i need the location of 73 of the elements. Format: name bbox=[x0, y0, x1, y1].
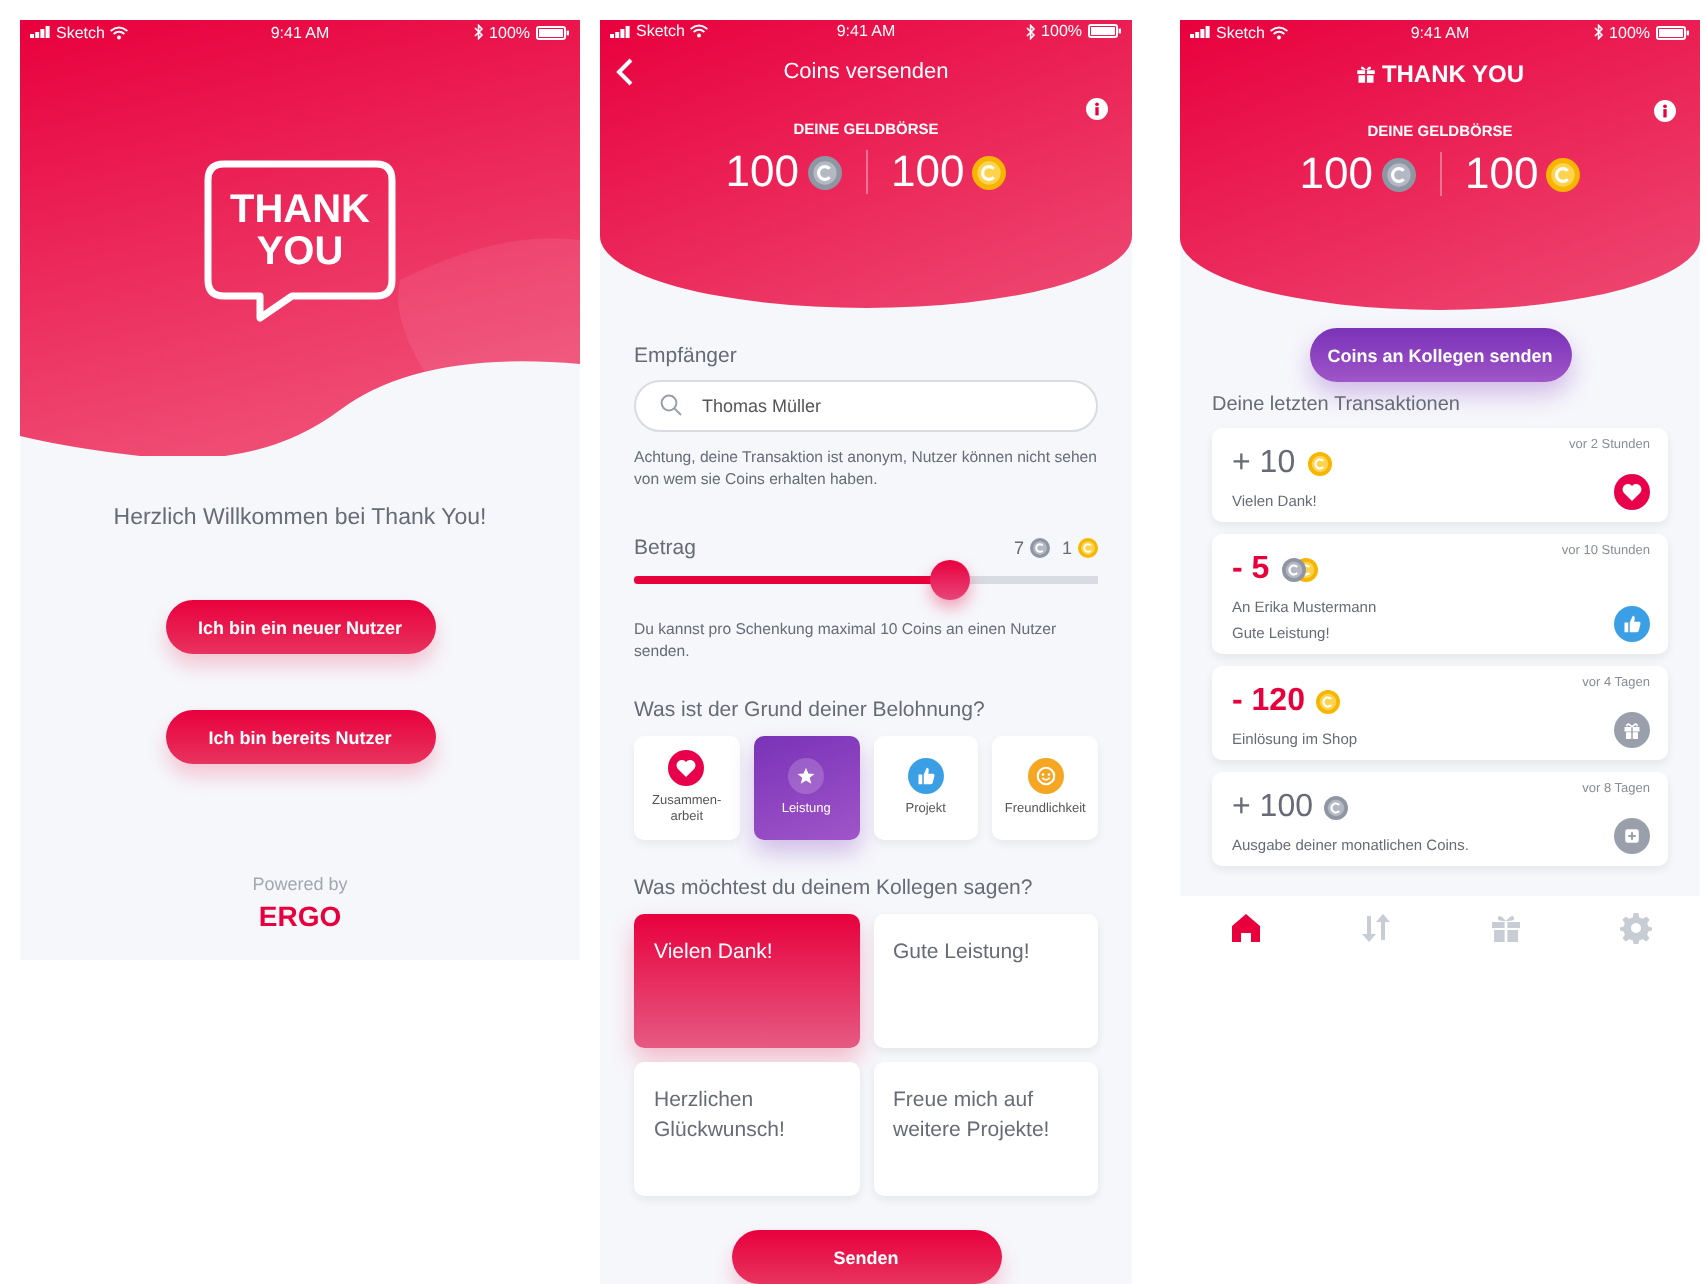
signal-icon bbox=[610, 25, 630, 37]
transaction-amount: + 100 bbox=[1232, 790, 1313, 826]
new-user-button[interactable]: Ich bin ein neuer Nutzer bbox=[165, 600, 435, 654]
coin-icon bbox=[807, 155, 841, 189]
search-icon bbox=[660, 394, 682, 416]
coin-balance: 100 bbox=[725, 146, 799, 198]
transaction-amount: - 120 bbox=[1232, 684, 1305, 720]
coin-icon bbox=[972, 155, 1007, 189]
recipient-label: Empfänger bbox=[634, 344, 739, 368]
battery-percent: 100% bbox=[1609, 23, 1651, 41]
signal-icon bbox=[1190, 26, 1210, 38]
battery-percent: 100% bbox=[489, 23, 531, 41]
battery-icon bbox=[536, 25, 571, 39]
coins-icon bbox=[1281, 558, 1318, 582]
slider-thumb[interactable] bbox=[929, 560, 970, 600]
carrier-name: Sketch bbox=[636, 22, 685, 40]
thumbs-up-icon bbox=[907, 758, 944, 794]
gift-icon bbox=[1355, 64, 1376, 84]
message-option[interactable]: Herzlichen Glückwunsch! bbox=[634, 1062, 859, 1196]
status-time: 9:41 AM bbox=[836, 22, 896, 40]
gift-icon bbox=[1614, 712, 1650, 748]
brand-logo: ERGO bbox=[258, 900, 342, 932]
recipient-search-field[interactable]: Thomas Müller bbox=[634, 380, 1098, 432]
battery-percent: 100% bbox=[1041, 22, 1083, 40]
transaction-amount: + 10 bbox=[1232, 446, 1296, 482]
message-option[interactable]: Freue mich auf weitere Projekte! bbox=[873, 1062, 1098, 1196]
message-option[interactable]: Vielen Dank! bbox=[634, 914, 859, 1048]
coin-count: 1 bbox=[1061, 538, 1072, 558]
coin-icon bbox=[1324, 796, 1349, 820]
bluetooth-icon bbox=[1025, 23, 1036, 39]
existing-user-button[interactable]: Ich bin bereits Nutzer bbox=[165, 710, 435, 764]
battery-icon bbox=[1088, 24, 1123, 38]
info-icon[interactable] bbox=[1086, 98, 1108, 120]
thumbs-up-icon bbox=[1614, 606, 1650, 642]
coin-icon bbox=[1078, 538, 1098, 558]
coin-icon bbox=[1381, 157, 1415, 191]
wifi-icon bbox=[1270, 25, 1289, 39]
transaction-amount: - 5 bbox=[1232, 552, 1270, 588]
message-option[interactable]: Gute Leistung! bbox=[873, 914, 1098, 1048]
message-question: Was möchtest du deinem Kollegen sagen? bbox=[634, 876, 1035, 900]
send-button[interactable]: Senden bbox=[731, 1230, 1001, 1284]
plus-icon bbox=[1614, 818, 1650, 854]
home-tab[interactable] bbox=[1229, 912, 1261, 944]
logo-text: THANK YOU bbox=[230, 190, 370, 274]
status-time: 9:41 AM bbox=[1410, 23, 1470, 41]
back-icon[interactable] bbox=[616, 58, 634, 86]
coin-balance: 100 bbox=[1465, 148, 1539, 200]
powered-by-text: Powered by bbox=[252, 874, 348, 894]
carrier-name: Sketch bbox=[1216, 23, 1265, 41]
bluetooth-icon bbox=[1593, 24, 1604, 40]
status-time: 9:41 AM bbox=[270, 23, 330, 41]
info-icon[interactable] bbox=[1654, 100, 1676, 122]
coin-count: 7 bbox=[1013, 538, 1024, 558]
coin-balance: 100 bbox=[1299, 148, 1373, 200]
section-title: Deine letzten Transaktionen bbox=[1212, 394, 1462, 416]
battery-icon bbox=[1656, 25, 1691, 39]
send-coins-button[interactable]: Coins an Kollegen senden bbox=[1309, 328, 1571, 382]
coin-icon bbox=[1316, 690, 1341, 714]
bluetooth-icon bbox=[473, 24, 484, 40]
welcome-text: Herzlich Willkommen bei Thank You! bbox=[113, 506, 487, 530]
wifi-icon bbox=[690, 24, 709, 38]
app-title: THANK YOU bbox=[1381, 60, 1525, 88]
coin-icon bbox=[1307, 452, 1332, 476]
reason-question: Was ist der Grund deiner Belohnung? bbox=[634, 698, 987, 722]
screen-title: Coins versenden bbox=[783, 60, 949, 84]
amount-label: Betrag bbox=[634, 536, 698, 560]
wifi-icon bbox=[110, 25, 129, 39]
carrier-name: Sketch bbox=[56, 23, 105, 41]
signal-icon bbox=[30, 26, 50, 38]
coin-balance: 100 bbox=[891, 146, 965, 198]
coin-icon bbox=[1029, 538, 1050, 558]
smiley-icon bbox=[1027, 758, 1064, 794]
coin-icon bbox=[1546, 157, 1581, 191]
